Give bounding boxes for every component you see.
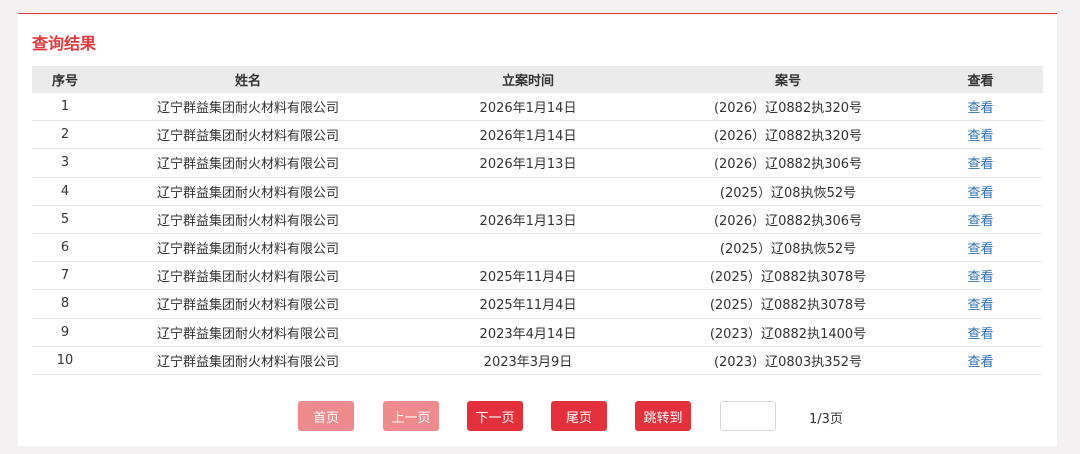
cell-name: 辽宁群益集团耐火材料有限公司 (98, 289, 398, 319)
view-link[interactable]: 查看 (967, 270, 993, 285)
results-table: 序号 姓名 立案时间 案号 查看 1 辽宁群益集团耐火材料有限公司 2026年1… (32, 66, 1043, 375)
table-row: 5 辽宁群益集团耐火材料有限公司 2026年1月13日 (2026）辽0882执… (32, 205, 1043, 234)
next-page-button[interactable]: 下一页 (467, 401, 523, 431)
cell-date: 2025年11月4日 (398, 261, 658, 291)
view-link[interactable]: 查看 (967, 327, 993, 342)
section-title: 查询结果 (32, 34, 97, 53)
cell-name: 辽宁群益集团耐火材料有限公司 (98, 205, 398, 234)
cell-name: 辽宁群益集团耐火材料有限公司 (98, 233, 398, 263)
prev-page-button[interactable]: 上一页 (383, 401, 439, 431)
cell-name: 辽宁群益集团耐火材料有限公司 (98, 177, 398, 206)
cell-no: 9 (32, 318, 98, 347)
cell-no: 8 (32, 289, 98, 319)
cell-no: 10 (32, 346, 98, 375)
cell-no: 5 (32, 205, 98, 234)
cell-view: 查看 (918, 318, 1043, 347)
table-row: 9 辽宁群益集团耐火材料有限公司 2023年4月14日 (2023）辽0882执… (32, 318, 1043, 347)
cell-case: (2025）辽08执恢52号 (658, 177, 918, 206)
cell-name: 辽宁群益集团耐火材料有限公司 (98, 148, 398, 178)
cell-no: 7 (32, 261, 98, 291)
header-name: 姓名 (98, 66, 398, 93)
first-page-button[interactable]: 首页 (298, 401, 354, 431)
cell-name: 辽宁群益集团耐火材料有限公司 (98, 93, 398, 122)
cell-no: 6 (32, 233, 98, 263)
cell-date (398, 177, 658, 206)
cell-case: (2025）辽0882执3078号 (658, 261, 918, 291)
cell-name: 辽宁群益集团耐火材料有限公司 (98, 261, 398, 291)
view-link[interactable]: 查看 (967, 157, 993, 172)
view-link[interactable]: 查看 (967, 101, 993, 116)
cell-date: 2026年1月13日 (398, 148, 658, 178)
table-row: 3 辽宁群益集团耐火材料有限公司 2026年1月13日 (2026）辽0882执… (32, 148, 1043, 178)
table-row: 8 辽宁群益集团耐火材料有限公司 2025年11月4日 (2025）辽0882执… (32, 289, 1043, 319)
cell-case: (2026）辽0882执320号 (658, 120, 918, 150)
header-case: 案号 (658, 66, 918, 93)
pagination: 首页 上一页 下一页 尾页 跳转到 1/3页 (18, 401, 1057, 433)
cell-case: (2023）辽0882执1400号 (658, 318, 918, 347)
cell-no: 3 (32, 148, 98, 178)
cell-date (398, 233, 658, 263)
table-row: 2 辽宁群益集团耐火材料有限公司 2026年1月14日 (2026）辽0882执… (32, 120, 1043, 150)
cell-case: (2026）辽0882执306号 (658, 205, 918, 234)
cell-view: 查看 (918, 120, 1043, 150)
cell-date: 2026年1月14日 (398, 120, 658, 150)
cell-name: 辽宁群益集团耐火材料有限公司 (98, 120, 398, 150)
cell-view: 查看 (918, 289, 1043, 319)
cell-name: 辽宁群益集团耐火材料有限公司 (98, 346, 398, 375)
table-header-row: 序号 姓名 立案时间 案号 查看 (32, 66, 1043, 93)
cell-view: 查看 (918, 148, 1043, 178)
table-row: 1 辽宁群益集团耐火材料有限公司 2026年1月14日 (2026）辽0882执… (32, 93, 1043, 122)
cell-date: 2025年11月4日 (398, 289, 658, 319)
view-link[interactable]: 查看 (967, 214, 993, 229)
header-no: 序号 (32, 66, 98, 93)
results-panel: 查询结果 序号 姓名 立案时间 案号 查看 1 辽宁群益集团耐火材料有限公司 2… (18, 13, 1057, 446)
cell-no: 1 (32, 93, 98, 122)
cell-case: (2023）辽0803执352号 (658, 346, 918, 375)
view-link[interactable]: 查看 (967, 129, 993, 144)
cell-date: 2023年4月14日 (398, 318, 658, 347)
cell-view: 查看 (918, 346, 1043, 375)
cell-no: 4 (32, 177, 98, 206)
table-row: 4 辽宁群益集团耐火材料有限公司 (2025）辽08执恢52号 查看 (32, 177, 1043, 206)
table-row: 10 辽宁群益集团耐火材料有限公司 2023年3月9日 (2023）辽0803执… (32, 346, 1043, 375)
view-link[interactable]: 查看 (967, 355, 993, 370)
table-row: 7 辽宁群益集团耐火材料有限公司 2025年11月4日 (2025）辽0882执… (32, 261, 1043, 291)
page-info: 1/3页 (809, 412, 843, 427)
cell-no: 2 (32, 120, 98, 150)
cell-case: (2025）辽08执恢52号 (658, 233, 918, 263)
cell-view: 查看 (918, 177, 1043, 206)
last-page-button[interactable]: 尾页 (551, 401, 607, 431)
cell-case: (2025）辽0882执3078号 (658, 289, 918, 319)
cell-view: 查看 (918, 93, 1043, 122)
view-link[interactable]: 查看 (967, 242, 993, 257)
table-row: 6 辽宁群益集团耐火材料有限公司 (2025）辽08执恢52号 查看 (32, 233, 1043, 263)
jump-page-input[interactable] (720, 401, 776, 431)
header-date: 立案时间 (398, 66, 658, 93)
cell-case: (2026）辽0882执320号 (658, 93, 918, 122)
cell-date: 2023年3月9日 (398, 346, 658, 375)
cell-case: (2026）辽0882执306号 (658, 148, 918, 178)
cell-date: 2026年1月13日 (398, 205, 658, 234)
cell-view: 查看 (918, 261, 1043, 291)
view-link[interactable]: 查看 (967, 186, 993, 201)
jump-to-button[interactable]: 跳转到 (635, 401, 691, 431)
cell-name: 辽宁群益集团耐火材料有限公司 (98, 318, 398, 347)
header-view: 查看 (918, 66, 1043, 93)
view-link[interactable]: 查看 (967, 298, 993, 313)
cell-view: 查看 (918, 233, 1043, 263)
cell-date: 2026年1月14日 (398, 93, 658, 122)
cell-view: 查看 (918, 205, 1043, 234)
